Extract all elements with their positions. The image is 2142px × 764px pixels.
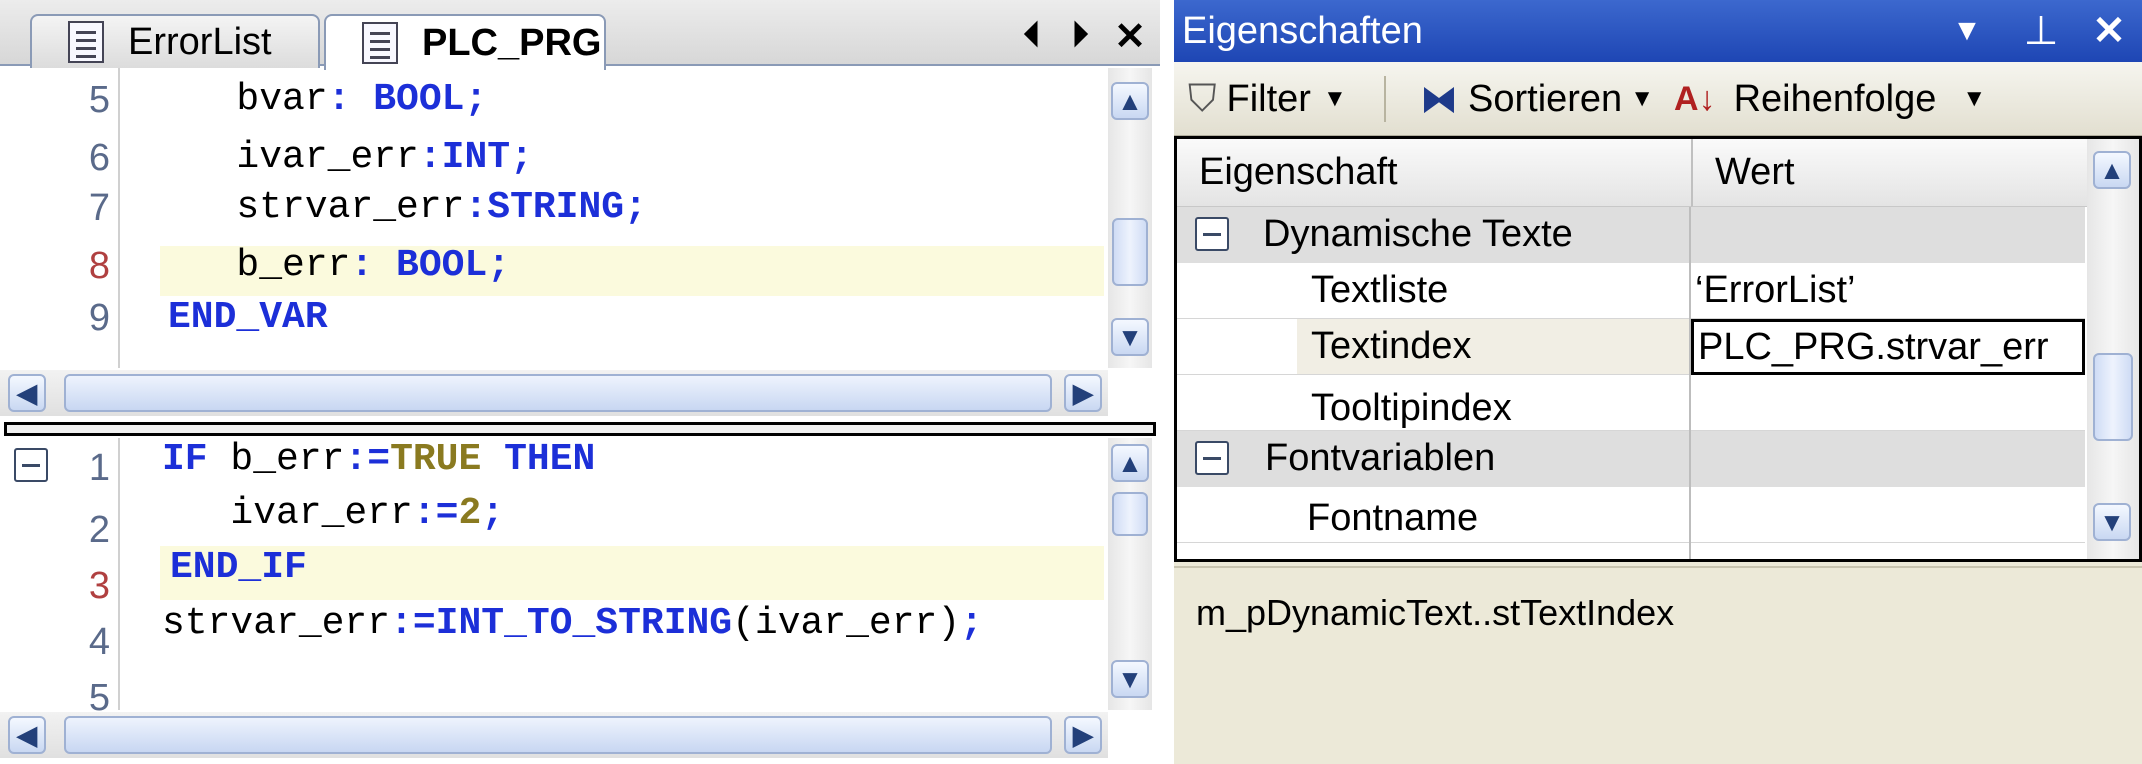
- property-value[interactable]: [1691, 487, 2085, 543]
- scroll-down-icon[interactable]: ▼: [1111, 318, 1149, 356]
- tab-label: PLC_PRG: [422, 21, 602, 64]
- code-line[interactable]: END_IF: [170, 548, 307, 588]
- line-number: 6: [88, 137, 110, 179]
- chevron-down-icon: ▼: [1322, 85, 1347, 112]
- declaration-horizontal-scrollbar[interactable]: ◀ ▶: [0, 370, 1108, 416]
- scroll-up-icon[interactable]: ▲: [1111, 82, 1149, 120]
- line-number: 2: [88, 509, 110, 551]
- scroll-right-icon[interactable]: ▶: [1064, 716, 1102, 754]
- scroll-right-icon[interactable]: ▶: [1064, 374, 1102, 412]
- tab-scroll-left-icon[interactable]: ⏴: [1010, 14, 1054, 57]
- category-label: Fontvariablen: [1265, 437, 1496, 479]
- tab-scroll-right-icon[interactable]: ⏵: [1058, 14, 1102, 57]
- line-number: 3: [88, 565, 110, 607]
- sort-button[interactable]: ⧓ Sortieren ▼: [1420, 72, 1654, 126]
- implementation-horizontal-scrollbar[interactable]: ◀ ▶: [0, 712, 1108, 758]
- property-value[interactable]: [1691, 375, 2085, 431]
- column-header-value[interactable]: Wert: [1691, 139, 2087, 207]
- toolbar-divider: [1384, 76, 1386, 122]
- property-description: m_pDynamicText..stTextIndex: [1196, 592, 1675, 633]
- property-name: Fontname: [1177, 487, 1689, 543]
- tab-errorlist[interactable]: ErrorList: [30, 14, 320, 68]
- order-button[interactable]: A↓ Reihenfolge ▼: [1674, 72, 1986, 126]
- scroll-up-icon[interactable]: ▲: [1111, 444, 1149, 482]
- tab-label: ErrorList: [128, 20, 272, 63]
- sort-icon: ⧓: [1420, 78, 1458, 121]
- code-editor: ErrorList PLC_PRG ⏴ ⏵ ✕ 5 6 7 8 9 bvar: …: [0, 0, 1160, 764]
- declaration-vertical-scrollbar[interactable]: ▲ ▼: [1108, 68, 1152, 368]
- scroll-left-icon[interactable]: ◀: [8, 374, 46, 412]
- properties-panel: Eigenschaften ▼ ⊥ ✕ ⛉ Filter ▼ ⧓ Sortier…: [1174, 0, 2142, 764]
- chevron-down-icon: ▼: [1630, 85, 1654, 112]
- category-label: Dynamische Texte: [1263, 213, 1573, 255]
- property-row-tooltipindex[interactable]: Tooltipindex: [1177, 375, 2085, 431]
- scroll-down-icon[interactable]: ▼: [2093, 503, 2131, 541]
- line-number: 4: [88, 621, 110, 663]
- code-line[interactable]: ivar_err:INT;: [168, 138, 532, 178]
- scroll-thumb[interactable]: [64, 374, 1052, 412]
- category-row-font-variables[interactable]: Fontvariablen: [1177, 431, 2085, 487]
- column-divider: [1689, 207, 1691, 559]
- textindex-value-field[interactable]: PLC_PRG.strvar_err: [1691, 319, 2085, 375]
- property-grid-scrollbar[interactable]: ▲ ▼: [2087, 139, 2139, 559]
- property-value[interactable]: ‘ErrorList’: [1691, 263, 2085, 319]
- code-line[interactable]: bvar: BOOL;: [168, 80, 487, 120]
- property-row-fontname[interactable]: Fontname: [1177, 487, 2085, 543]
- scroll-thumb[interactable]: [1112, 218, 1148, 286]
- implementation-gutter: 1 2 3 4 5: [0, 438, 120, 718]
- collapse-icon[interactable]: [1195, 441, 1229, 475]
- property-name: Textliste: [1177, 263, 1689, 319]
- scroll-down-icon[interactable]: ▼: [1111, 660, 1149, 698]
- line-number: 9: [88, 297, 110, 339]
- code-line[interactable]: END_VAR: [168, 298, 328, 338]
- properties-toolbar: ⛉ Filter ▼ ⧓ Sortieren ▼ A↓ Reihenfolge …: [1174, 62, 2142, 136]
- tab-plc-prg[interactable]: PLC_PRG: [324, 14, 606, 70]
- code-line[interactable]: b_err: BOOL;: [168, 246, 510, 286]
- category-row-dynamic-texts[interactable]: Dynamische Texte: [1177, 207, 2085, 263]
- filter-icon: ⛉: [1188, 77, 1217, 120]
- code-line[interactable]: ivar_err:=2;: [162, 494, 504, 534]
- textlist-icon: [68, 21, 104, 63]
- scroll-thumb[interactable]: [1112, 492, 1148, 536]
- property-row-textindex[interactable]: Textindex PLC_PRG.strvar_err: [1177, 319, 2085, 375]
- close-icon[interactable]: ✕: [1108, 14, 1152, 59]
- scroll-left-icon[interactable]: ◀: [8, 716, 46, 754]
- scroll-thumb[interactable]: [2093, 353, 2133, 441]
- property-name: Textindex: [1177, 319, 1689, 375]
- property-description-pane: m_pDynamicText..stTextIndex: [1174, 566, 2142, 764]
- line-number: 8: [88, 245, 110, 287]
- pin-icon[interactable]: ⊥: [2016, 8, 2066, 54]
- column-header-property[interactable]: Eigenschaft: [1177, 139, 1691, 207]
- editor-splitter[interactable]: [4, 422, 1156, 436]
- line-number: 5: [88, 79, 110, 121]
- property-row-textliste[interactable]: Textliste ‘ErrorList’: [1177, 263, 2085, 319]
- code-line[interactable]: IF b_err:=TRUE THEN: [162, 440, 595, 480]
- scroll-up-icon[interactable]: ▲: [2093, 151, 2131, 189]
- properties-title-bar: Eigenschaften ▼ ⊥ ✕: [1174, 0, 2142, 62]
- order-label: Reihenfolge: [1733, 77, 1937, 120]
- program-icon: [362, 22, 398, 64]
- property-name: Tooltipindex: [1177, 375, 1689, 431]
- panel-title: Eigenschaften: [1182, 10, 1423, 52]
- editor-tab-bar: ErrorList PLC_PRG ⏴ ⏵ ✕: [0, 0, 1160, 70]
- scroll-thumb[interactable]: [64, 716, 1052, 754]
- filter-button[interactable]: ⛉ Filter ▼: [1188, 72, 1347, 126]
- implementation-vertical-scrollbar[interactable]: ▲ ▼: [1108, 438, 1152, 710]
- collapse-icon[interactable]: [1195, 217, 1229, 251]
- line-number: 1: [88, 447, 110, 489]
- line-number: 7: [88, 187, 110, 229]
- close-icon[interactable]: ✕: [2084, 8, 2134, 54]
- declaration-gutter: 5 6 7 8 9: [0, 68, 120, 368]
- dropdown-icon[interactable]: ▼: [1942, 14, 1992, 48]
- sort-label: Sortieren: [1468, 77, 1623, 120]
- code-line[interactable]: strvar_err:=INT_TO_STRING(ivar_err);: [162, 604, 983, 644]
- sort-az-icon: A↓: [1674, 79, 1716, 118]
- property-grid: Eigenschaft Wert Dynamische Texte Textli…: [1174, 136, 2142, 562]
- filter-label: Filter: [1226, 77, 1311, 120]
- chevron-down-icon: ▼: [1962, 85, 1987, 112]
- code-line[interactable]: strvar_err:STRING;: [168, 188, 646, 228]
